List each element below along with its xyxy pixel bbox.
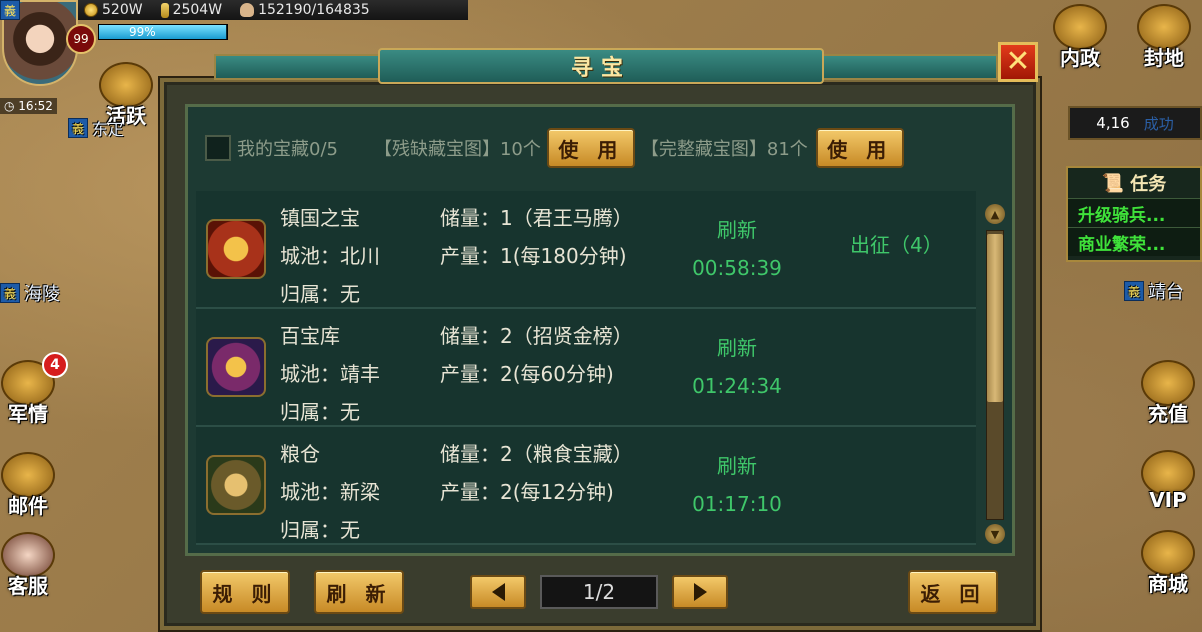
chevron-down-icon: ▼ (990, 527, 1000, 541)
arrow-left-icon (491, 583, 505, 601)
map-label-dongting[interactable]: 義东疋 (68, 116, 124, 140)
title-wing-right (818, 54, 998, 80)
task-header: 📜 任务 (1101, 172, 1167, 196)
refresh-time: 00:58:39 (692, 256, 782, 280)
imperial-treasure-icon (206, 219, 266, 279)
mall-button[interactable]: 商城 (1136, 530, 1200, 597)
player-level-badge: 99 (66, 24, 96, 54)
treasure-info: 粮仓 城池：新梁 归属：无 (280, 435, 380, 549)
treasure-row[interactable]: 粮仓 城池：新梁 归属：无 储量：2（粮食宝藏） 产量：2(每12分钟) 刷新 … (196, 427, 976, 545)
gold-amount: 520W (102, 2, 143, 18)
grain-amount: 2504W (172, 2, 223, 18)
grain-icon (160, 2, 169, 18)
refresh-timer: 刷新 01:17:10 (692, 447, 782, 523)
chevron-up-icon: ▲ (990, 207, 1000, 221)
treasure-stock: 储量：2（粮食宝藏） (440, 442, 633, 466)
close-icon: ✕ (1005, 44, 1031, 79)
task-item[interactable]: 商业繁荣... (1068, 227, 1200, 256)
refresh-timer: 刷新 01:24:34 (692, 329, 782, 405)
treasure-info: 百宝库 城池：靖丰 归属：无 (280, 317, 380, 431)
scroll-down-button[interactable]: ▼ (985, 524, 1005, 544)
treasure-name: 百宝库 (280, 324, 340, 348)
energy-bar: 99% (98, 24, 228, 40)
treasure-stats: 储量：2（粮食宝藏） 产量：2(每12分钟) (440, 435, 633, 511)
treasure-city: 城池：新梁 (280, 480, 380, 504)
page-indicator: 1/2 (540, 575, 658, 609)
treasure-name: 镇国之宝 (280, 206, 360, 230)
dialog-title: 寻宝 (378, 48, 824, 84)
back-button[interactable]: 返 回 (908, 570, 998, 614)
nation-flag-icon: 義 (0, 283, 20, 303)
treasure-info-bar: 我的宝藏0/5 【残缺藏宝图】10个 使 用 【完整藏宝图】81个 使 用 (205, 126, 1005, 170)
treasure-stats: 储量：1（君王马腾） 产量：1(每180分钟) (440, 199, 633, 275)
refresh-label: 刷新 (717, 218, 757, 242)
title-wing-left (214, 54, 384, 80)
use-complete-map-button[interactable]: 使 用 (815, 128, 904, 168)
prev-page-button[interactable] (470, 575, 526, 609)
population-icon (240, 3, 255, 17)
treasure-row[interactable]: 镇国之宝 城池：北川 归属：无 储量：1（君王马腾） 产量：1(每180分钟) … (196, 191, 976, 309)
treasure-stats: 储量：2（招贤金榜） 产量：2(每60分钟) (440, 317, 633, 393)
refresh-label: 刷新 (717, 336, 757, 360)
treasure-info: 镇国之宝 城池：北川 归属：无 (280, 199, 380, 313)
treasure-owner: 归属：无 (280, 518, 360, 542)
clock-time: ◷ 16:52 (0, 98, 57, 114)
treasure-output: 产量：1(每180分钟) (440, 244, 627, 268)
treasure-owner: 归属：无 (280, 282, 360, 306)
treasure-list: 镇国之宝 城池：北川 归属：无 储量：1（君王马腾） 产量：1(每180分钟) … (196, 191, 976, 549)
task-item[interactable]: 升级骑兵... (1068, 198, 1200, 227)
nation-flag-icon: 義 (68, 118, 88, 138)
treasure-city: 城池：靖丰 (280, 362, 380, 386)
treasure-vault-icon (206, 337, 266, 397)
nation-flag-icon: 義 (1124, 281, 1144, 301)
energy-bar-fill: 99% (99, 25, 226, 39)
use-broken-map-button[interactable]: 使 用 (546, 128, 635, 168)
treasure-output: 产量：2(每12分钟) (440, 480, 614, 504)
coordinate-readout[interactable]: 4,16 成功 (1068, 106, 1202, 140)
politics-button[interactable]: 内政 (1048, 4, 1112, 71)
complete-map-count: 【完整藏宝图】81个 (640, 139, 808, 160)
treasure-output: 产量：2(每60分钟) (440, 362, 614, 386)
refresh-timer: 刷新 00:58:39 (692, 211, 782, 287)
nation-flag-icon: 義 (0, 0, 20, 20)
military-notification-badge: 4 (42, 352, 68, 378)
treasure-owner: 归属：无 (280, 400, 360, 424)
treasure-stock: 储量：1（君王马腾） (440, 206, 633, 230)
recharge-button[interactable]: 充值 (1136, 360, 1200, 427)
gold-coin-icon (84, 3, 98, 17)
refresh-time: 01:17:10 (692, 492, 782, 516)
service-button[interactable]: 客服 (0, 532, 60, 599)
granary-icon (206, 455, 266, 515)
my-treasure-checkbox[interactable] (205, 135, 231, 161)
fief-button[interactable]: 封地 (1132, 4, 1196, 71)
scroll-up-button[interactable]: ▲ (985, 204, 1005, 224)
rules-button[interactable]: 规 则 (200, 570, 290, 614)
task-panel[interactable]: 📜 任务 升级骑兵... 商业繁荣... (1066, 166, 1202, 262)
treasure-city: 城池：北川 (280, 244, 380, 268)
map-label-jingtai[interactable]: 義靖台 (1124, 278, 1184, 304)
task-scroll-icon: 📜 (1101, 172, 1125, 194)
refresh-label: 刷新 (717, 454, 757, 478)
vip-button[interactable]: VIP (1136, 450, 1200, 512)
map-label-hailing[interactable]: 義海陵 (0, 280, 60, 306)
resource-bar: 520W 2504W 152190/164835 (78, 0, 468, 20)
treasure-stock: 储量：2（招贤金榜） (440, 324, 633, 348)
population-amount: 152190/164835 (258, 2, 370, 18)
arrow-right-icon (693, 583, 707, 601)
my-treasure-count: 我的宝藏0/5 (237, 139, 338, 160)
mail-button[interactable]: 邮件 (0, 452, 60, 519)
treasure-row[interactable]: 百宝库 城池：靖丰 归属：无 储量：2（招贤金榜） 产量：2(每60分钟) 刷新… (196, 309, 976, 427)
close-button[interactable]: ✕ (998, 42, 1038, 82)
broken-map-count: 【残缺藏宝图】10个 (373, 139, 541, 160)
dispatch-link[interactable]: 出征（4） (850, 229, 943, 258)
next-page-button[interactable] (672, 575, 728, 609)
scrollbar-thumb[interactable] (987, 234, 1003, 402)
treasure-name: 粮仓 (280, 442, 320, 466)
refresh-time: 01:24:34 (692, 374, 782, 398)
refresh-button[interactable]: 刷 新 (314, 570, 404, 614)
